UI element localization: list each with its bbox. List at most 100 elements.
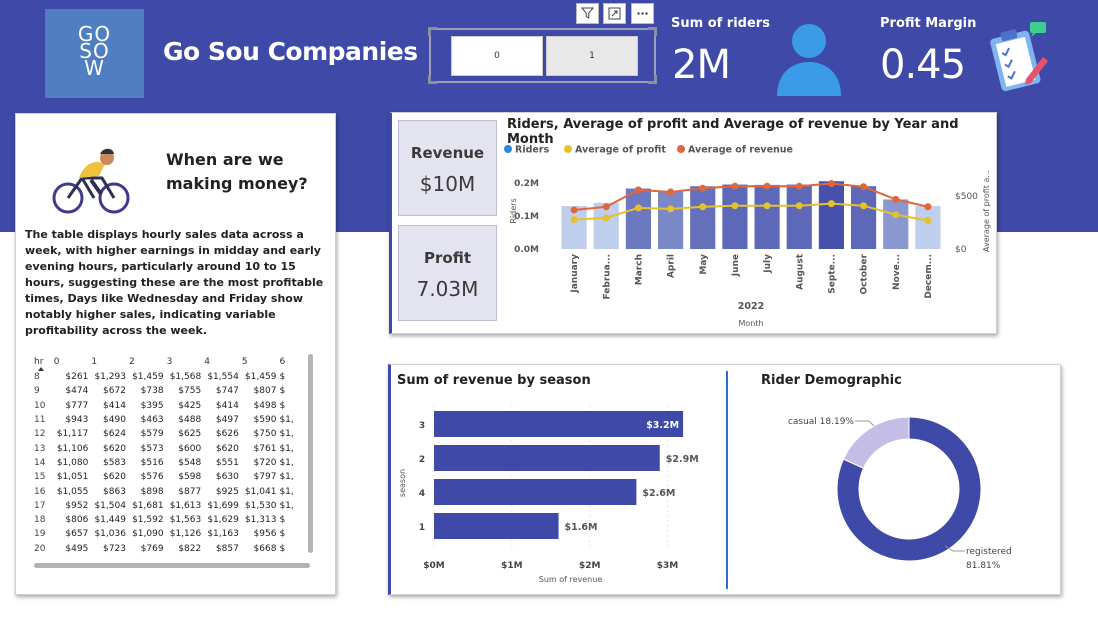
table-cell: $672: [103, 386, 126, 397]
table-cell: $943: [65, 415, 89, 426]
slicer-option-0[interactable]: 0: [451, 36, 543, 76]
y-axis-title: Riders: [509, 198, 518, 223]
revenue-point: [892, 195, 900, 203]
table-cell: $516: [140, 457, 164, 468]
table-cell: $600: [178, 443, 202, 454]
table-cell: $822: [178, 543, 202, 554]
season-bar-chart[interactable]: 3 $3.2M 2 $2.9M 4 $2.6M 1 $1.6M $0M $1M $2M $3M seas…: [391, 395, 721, 591]
legend-label: Riders: [515, 145, 550, 156]
table-row: 12 $1,117 $624 $579 $625 $626 $750 $1,: [30, 427, 312, 441]
profit-point: [924, 217, 932, 224]
table-cell: $573: [140, 443, 164, 454]
table-cell: $1,313: [244, 515, 277, 526]
table-row: 10 $777 $414 $395 $425 $414 $498 $: [30, 399, 312, 413]
table-cell: $620: [103, 443, 126, 454]
registered-percent-label: 81.81%: [966, 561, 1001, 571]
month-label: January: [570, 254, 580, 294]
table-row: 18 $806 $1,449 $1,592 $1,563 $1,629 $1,313 $: [30, 513, 312, 527]
season-data-label: $1.6M: [565, 522, 598, 533]
more-options-icon: [637, 12, 648, 15]
revenue-point: [763, 182, 771, 190]
table-cell: $1,699: [207, 500, 239, 511]
demographic-chart-title: Rider Demographic: [761, 373, 902, 388]
table-cell: $1,449: [94, 515, 126, 526]
revenue-point: [570, 206, 578, 214]
table-cell: $1,459: [244, 372, 277, 383]
month-label: Septe...: [827, 254, 837, 294]
season-chart-title: Sum of revenue by season: [397, 373, 591, 388]
y-axis-title: season: [398, 469, 407, 497]
slicer-option-1[interactable]: 1: [546, 36, 638, 76]
card-heading: When are we making money?: [166, 150, 308, 193]
table-hour-cell: 19: [34, 529, 46, 540]
table-header-cell[interactable]: 4: [204, 354, 242, 370]
table-vertical-scrollbar[interactable]: [308, 354, 313, 553]
riders-bar: [915, 206, 941, 249]
table-cell: $668: [253, 543, 277, 554]
table-cell: $956: [253, 529, 277, 540]
table-cell: $747: [215, 386, 239, 397]
table-header-cell[interactable]: 1: [91, 354, 129, 370]
table-cell: $495: [65, 543, 89, 554]
sort-asc-icon[interactable]: [38, 367, 44, 371]
casual-leader-line: [855, 420, 875, 427]
table-cell: $723: [103, 543, 126, 554]
legend-label: Average of revenue: [688, 145, 793, 156]
table-header-cell[interactable]: 0: [54, 354, 92, 370]
kpi-riders-label: Sum of riders: [671, 16, 770, 31]
table-header-cell[interactable]: 2: [129, 354, 167, 370]
registered-data-label: registered: [966, 547, 1012, 557]
filter-button[interactable]: [576, 3, 599, 24]
table-cell: $1,554: [207, 372, 239, 383]
table-cell: $620: [103, 472, 126, 483]
combo-chart[interactable]: Riders Average of profit Average of revenu…: [502, 137, 996, 332]
resize-handle[interactable]: [648, 27, 657, 36]
x-tick-label: $1M: [501, 561, 523, 571]
cyclist-icon: [52, 148, 130, 214]
profit-point: [795, 202, 803, 210]
table-cell: $624: [103, 429, 126, 440]
table-cell: $1,530: [244, 500, 277, 511]
card-description: The table displays hourly sales data acr…: [25, 228, 324, 337]
season-demographic-card: Sum of revenue by season 3 $3.2M 2 $2.9M 4 $2…: [388, 364, 1061, 595]
table-cell: $630: [215, 472, 239, 483]
table-cell: $1,036: [94, 529, 126, 540]
table-cell: $490: [103, 415, 126, 426]
table-header-cell[interactable]: 5: [242, 354, 280, 370]
kpi-margin-value: 0.45: [880, 42, 966, 88]
person-icon: [777, 24, 841, 96]
legend-label: Average of profit: [575, 145, 666, 156]
month-label: April: [667, 254, 677, 278]
resize-handle[interactable]: [428, 75, 437, 84]
table-cell: $925: [215, 486, 239, 497]
rider-donut-chart[interactable]: registered 81.81% casual 18.19%: [731, 395, 1061, 591]
table-row: 17 $952 $1,504 $1,681 $1,613 $1,699 $1,530 $1,: [30, 499, 312, 513]
table-header-cell[interactable]: 3: [167, 354, 205, 370]
profit-point: [892, 211, 900, 219]
table-hour-cell: 13: [34, 443, 46, 454]
season-bar: [434, 513, 559, 539]
resize-handle[interactable]: [648, 75, 657, 84]
focus-mode-button[interactable]: [603, 3, 626, 24]
table-cell: $1,041: [244, 486, 277, 497]
table-cell: $590: [253, 415, 277, 426]
revenue-kpi-card: Revenue $10M: [398, 120, 497, 216]
table-cell: $877: [178, 486, 202, 497]
casual-data-label: casual 18.19%: [788, 417, 854, 427]
table-cell: $755: [178, 386, 202, 397]
revenue-label: Revenue: [410, 144, 485, 162]
season-category-label: 3: [419, 421, 425, 431]
hourly-sales-table: hr 0 1 2 3 4 5 6 8 $261 $1,293 $1,459 $1,568 $1,554 $1…: [30, 354, 312, 559]
table-horizontal-scrollbar[interactable]: [34, 563, 310, 568]
table-cell: $626: [215, 429, 239, 440]
legend-marker: [677, 145, 685, 153]
resize-handle[interactable]: [428, 27, 437, 36]
table-cell: $769: [140, 543, 164, 554]
table-hour-cell: 16: [34, 486, 46, 497]
revenue-point: [795, 182, 803, 190]
table-cell: $720: [253, 457, 277, 468]
season-slicer[interactable]: 0 1: [428, 27, 657, 84]
more-options-button[interactable]: [631, 3, 654, 24]
riders-bar: [786, 184, 812, 249]
riders-bar: [722, 184, 748, 249]
